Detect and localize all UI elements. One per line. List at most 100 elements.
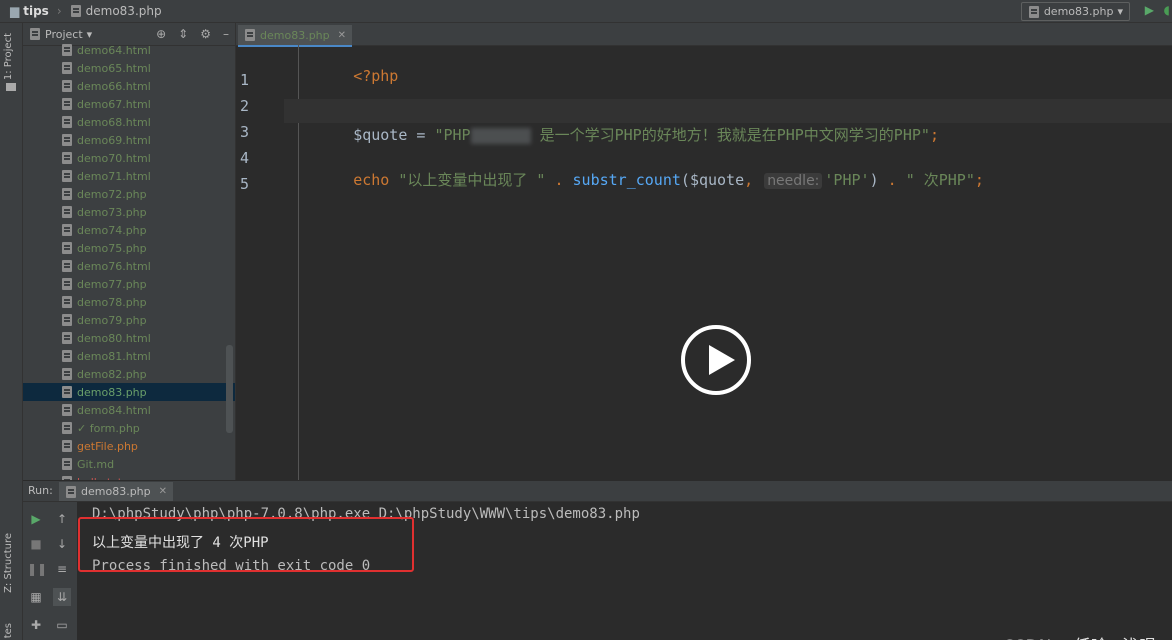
line-number: 2 <box>240 97 250 115</box>
file-icon <box>61 296 73 308</box>
php-open-tag: <?php <box>353 67 399 85</box>
php-file-icon <box>244 29 256 41</box>
file-tree-item[interactable]: demo80.html <box>23 329 235 347</box>
file-tree-item[interactable]: demo73.php <box>23 203 235 221</box>
scroll-to-end-icon[interactable]: ⇊ <box>53 588 71 606</box>
project-tool-tab[interactable]: 1: Project <box>3 33 14 80</box>
paren-close: ) <box>869 171 879 189</box>
file-tree-item[interactable]: demo77.php <box>23 275 235 293</box>
php-file-icon <box>65 485 77 498</box>
file-tree-item[interactable]: demo81.html <box>23 347 235 365</box>
debug-icon[interactable]: ◖ <box>1164 3 1170 17</box>
file-tree-label: demo66.html <box>77 79 151 93</box>
hide-icon[interactable]: – <box>223 27 229 41</box>
file-tree-item[interactable]: demo70.html <box>23 149 235 167</box>
file-tree-item[interactable]: ✓ form.php <box>23 419 235 437</box>
file-tree-item[interactable]: hello.txt <box>23 473 235 480</box>
watermark: CSDN @低吟~浅唱 <box>1003 632 1156 640</box>
project-panel-title[interactable]: Project <box>45 28 83 41</box>
gear-icon[interactable]: ⚙ <box>200 27 211 41</box>
file-tree-item[interactable]: getFile.php <box>23 437 235 455</box>
stop-icon[interactable]: ■ <box>27 535 45 553</box>
highlight-box <box>78 517 414 572</box>
file-tree-label: ✓ form.php <box>77 421 140 435</box>
file-tree-item[interactable]: Git.md <box>23 455 235 473</box>
file-tree-label: demo82.php <box>77 367 147 381</box>
structure-tool-tab[interactable]: Z: Structure <box>3 533 14 593</box>
file-tree-label: hello.txt <box>77 476 122 481</box>
file-tree-item[interactable]: demo83.php <box>23 383 235 401</box>
code-line-5[interactable]: echo "以上变量中出现了 " . substr_count($quote, … <box>299 151 984 208</box>
file-icon <box>61 314 73 326</box>
concat-operator: . <box>545 171 573 189</box>
project-panel: Project ▾ ⊕ ⇕ ⚙ – demo64.html demo65.html… <box>23 23 236 480</box>
soft-wrap-icon[interactable]: ≡ <box>53 560 71 578</box>
file-tree-item[interactable]: demo76.html <box>23 257 235 275</box>
arrow-down-icon[interactable]: ↓ <box>53 535 71 553</box>
rerun-icon[interactable]: ▶ <box>27 510 45 528</box>
close-icon[interactable]: ✕ <box>338 30 346 41</box>
print-icon[interactable]: ▭ <box>53 616 71 634</box>
file-icon <box>61 62 73 74</box>
file-tree-item[interactable]: demo79.php <box>23 311 235 329</box>
locate-icon[interactable]: ⊕ <box>156 27 166 41</box>
chevron-down-icon[interactable]: ▾ <box>87 28 93 41</box>
play-icon[interactable] <box>681 325 751 395</box>
layout-icon[interactable]: ▦ <box>27 588 45 606</box>
code-line-3[interactable]: $quote = "PHP 是一个学习PHP的好地方！我就是在PHP中文网学习的… <box>284 99 1172 144</box>
file-tree-label: demo77.php <box>77 277 147 291</box>
file-tree-item[interactable]: demo69.html <box>23 131 235 149</box>
run-panel-header: Run: demo83.php ✕ <box>23 481 1172 502</box>
code-editor: demo83.php ✕ 1 2 3 4 5 <?php $quote = "P… <box>236 23 1172 480</box>
file-tree-item[interactable]: demo72.php <box>23 185 235 203</box>
file-tree-item[interactable]: demo67.html <box>23 95 235 113</box>
code-line-1[interactable]: <?php <box>299 49 398 103</box>
file-icon <box>61 332 73 344</box>
file-tree-label: getFile.php <box>77 439 138 453</box>
arrow-up-icon[interactable]: ↑ <box>53 510 71 528</box>
file-tree-label: demo84.html <box>77 403 151 417</box>
run-config-select[interactable]: demo83.php ▾ <box>1020 2 1130 21</box>
file-tree-item[interactable]: demo64.html <box>23 41 235 59</box>
semicolon: ; <box>974 171 984 189</box>
file-tree-item[interactable]: demo66.html <box>23 77 235 95</box>
file-icon <box>61 458 73 470</box>
file-tree-item[interactable]: demo84.html <box>23 401 235 419</box>
file-tree-label: Git.md <box>77 457 115 471</box>
run-tab-label: demo83.php <box>81 485 151 498</box>
run-label: Run: <box>28 484 53 497</box>
file-icon <box>61 44 73 56</box>
file-tree-item[interactable]: demo65.html <box>23 59 235 77</box>
pin-icon[interactable]: ✚ <box>27 616 45 634</box>
file-tree-item[interactable]: demo68.html <box>23 113 235 131</box>
close-icon[interactable]: ✕ <box>159 486 167 497</box>
file-tree-label: demo71.html <box>77 169 151 183</box>
file-tree-label: demo74.php <box>77 223 147 237</box>
favorites-tool-tab[interactable]: tes <box>3 623 14 638</box>
breadcrumb-project[interactable]: tips <box>23 4 49 18</box>
file-tree-item[interactable]: demo71.html <box>23 167 235 185</box>
run-config-label: demo83.php <box>1043 5 1114 18</box>
console-output[interactable]: D:\phpStudy\php\php-7.0.8\php.exe D:\php… <box>78 502 1172 640</box>
breadcrumb: ▆ tips › demo83.php <box>10 4 162 18</box>
scrollbar-thumb[interactable] <box>226 345 233 433</box>
file-tree-item[interactable]: demo82.php <box>23 365 235 383</box>
parameter-hint: needle: <box>764 173 823 189</box>
file-tree-label: demo68.html <box>77 115 151 129</box>
file-tree-item[interactable]: demo75.php <box>23 239 235 257</box>
file-icon <box>61 260 73 272</box>
file-tree-item[interactable]: demo74.php <box>23 221 235 239</box>
file-tree-item[interactable]: demo78.php <box>23 293 235 311</box>
collapse-icon[interactable]: ⇕ <box>178 27 188 41</box>
run-icon[interactable]: ▶ <box>1145 3 1154 17</box>
project-icon <box>29 28 41 40</box>
file-icon <box>61 188 73 200</box>
file-icon <box>61 404 73 416</box>
run-tab-demo83[interactable]: demo83.php ✕ <box>59 482 174 501</box>
pause-icon[interactable]: ❚❚ <box>27 560 47 578</box>
editor-tab-demo83[interactable]: demo83.php ✕ <box>238 25 353 47</box>
breadcrumb-file[interactable]: demo83.php <box>86 4 162 18</box>
line-number: 3 <box>240 123 250 141</box>
file-icon <box>61 134 73 146</box>
left-tool-strip: 1: Project Z: Structure tes <box>0 23 23 640</box>
